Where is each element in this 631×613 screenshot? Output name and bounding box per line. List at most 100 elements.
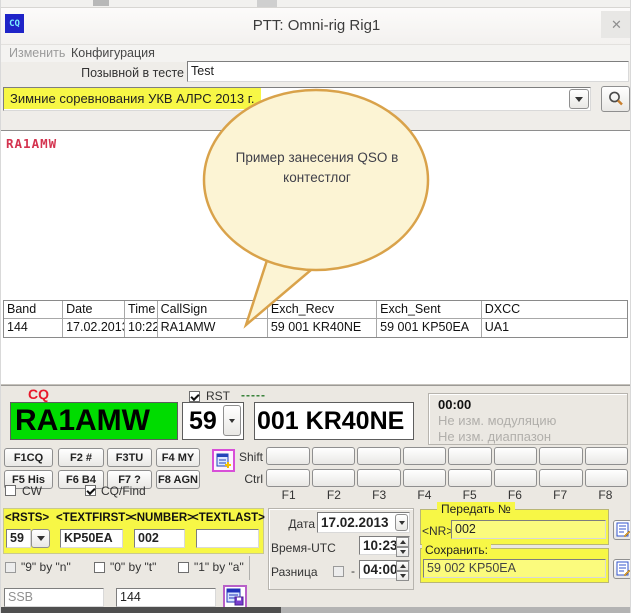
chevron-down-icon [400,574,406,578]
test-callsign-input[interactable]: Test [187,61,629,82]
ctrl-slot-button[interactable] [585,469,629,487]
ctrl-slot-button[interactable] [403,469,447,487]
sub0t-label: "0" by "t" [110,560,156,574]
diff-spinner[interactable] [396,561,409,578]
rst-dashes: ----- [241,388,266,402]
chevron-down-icon [229,419,235,423]
callout-bubble [196,88,446,338]
macro-textlast-input[interactable] [196,529,259,548]
callsign-input[interactable]: RA1AMW [10,402,178,440]
sub1a-checkbox[interactable] [178,562,189,573]
shift-slot-button[interactable] [539,447,583,465]
ctrl-slot-button[interactable] [357,469,401,487]
shift-slot-button[interactable] [448,447,492,465]
test-callsign-label: Позывной в тесте [1,66,184,80]
divider [249,556,250,580]
edit-save-button[interactable] [613,559,631,579]
sub9n-checkbox[interactable] [5,562,16,573]
rst-sent-dropdown-button[interactable] [223,405,241,436]
rst-checkbox[interactable] [189,391,200,402]
notepad-edit-icon [616,561,630,577]
contest-dropdown-button[interactable] [569,89,589,109]
contest-search-button[interactable] [601,86,630,112]
timer-readout: 00:00 [438,397,627,412]
f4-button[interactable]: F4 MY [156,448,200,467]
date-label: Дата [271,517,315,531]
macro-number-input[interactable]: 002 [134,529,185,548]
edit-nr-button[interactable] [613,520,631,540]
cqfind-checkbox[interactable] [85,485,96,496]
add-macro-button[interactable] [212,449,235,472]
cw-label: CW [22,484,42,498]
macro-rsts-combobox[interactable]: 59 [6,529,31,548]
f2-button[interactable]: F2 # [58,448,104,467]
mod-status: Не изм. модуляцию [438,413,627,428]
chevron-down-icon [400,550,406,554]
rst-label: RST [206,389,230,403]
fkey-label: F4 [402,488,447,502]
macro-header-textlast: <TEXTLAST> [192,512,265,524]
shift-slot-button[interactable] [494,447,538,465]
f8-button[interactable]: F8 AGN [156,470,200,489]
shift-slot-button[interactable] [403,447,447,465]
fkey-label: F2 [311,488,356,502]
column-header: Time [125,301,158,318]
sub9n-label: "9" by "n" [21,560,71,574]
ctrl-slot-button[interactable] [494,469,538,487]
f6-button[interactable]: F6 B4 [58,470,104,489]
diff-checkbox[interactable] [333,566,344,577]
exchange-input[interactable]: 001 KR40NE [254,402,414,440]
shift-slot-button[interactable] [585,447,629,465]
cq-label: CQ [28,386,49,402]
search-icon [607,90,625,108]
spin-up-button[interactable] [396,561,409,571]
spin-up-button[interactable] [396,537,409,547]
background-artifact [257,0,277,7]
cw-checkbox[interactable] [5,485,16,496]
nr-input[interactable]: 002 [451,520,606,539]
close-button[interactable]: ✕ [601,11,631,38]
macro-rsts-dropdown-button[interactable] [31,529,50,548]
macro-textfirst-input[interactable]: KP50EA [60,529,123,548]
column-header: DXCC [482,301,627,318]
menu-item-edit[interactable]: Изменить [9,46,65,60]
background-artifact [93,0,109,6]
callout-text: Пример занесения QSO в контестлог [231,148,403,188]
cell-time[interactable]: 10:22 [125,319,158,337]
application-window: CQ PTT: Omni-rig Rig1 ✕ Изменить Конфигу… [0,0,631,613]
date-dropdown-button[interactable] [395,514,408,531]
band-input[interactable]: 144 [116,588,216,607]
ctrl-slot-button[interactable] [266,469,310,487]
shift-label: Shift [233,450,263,464]
chevron-down-icon [399,521,405,525]
ctrl-slot-button[interactable] [539,469,583,487]
chevron-down-icon [37,536,45,541]
ctrl-label: Ctrl [237,472,263,486]
f3-button[interactable]: F3TU [107,448,152,467]
fkey-label: F6 [492,488,537,502]
shift-slot-button[interactable] [357,447,401,465]
ctrl-slot-row [266,469,628,487]
f1-button[interactable]: F1CQ [4,448,53,467]
save-log-button[interactable] [223,585,247,609]
menu-item-config[interactable]: Конфигурация [71,46,155,60]
spin-down-button[interactable] [396,547,409,557]
shift-slot-button[interactable] [266,447,310,465]
macro-header-textfirst: <TEXTFIRST> [56,512,132,524]
column-header: Band [4,301,63,318]
mode-input[interactable]: SSB [4,588,104,607]
cell-band[interactable]: 144 [4,319,63,337]
save-value-input[interactable]: 59 002 KP50EA [423,559,606,578]
chevron-up-icon [400,564,406,568]
fkey-label-row: F1 F2 F3 F4 F5 F6 F7 F8 [266,488,628,502]
spin-down-button[interactable] [396,571,409,581]
cell-date[interactable]: 17.02.2013 [63,319,125,337]
utc-spinner[interactable] [396,537,409,554]
cell-dxcc[interactable]: UA1 [482,319,627,337]
window-title: PTT: Omni-rig Rig1 [1,17,631,34]
ctrl-slot-button[interactable] [312,469,356,487]
sub0t-checkbox[interactable] [94,562,105,573]
ctrl-slot-button[interactable] [448,469,492,487]
shift-slot-button[interactable] [312,447,356,465]
window-bottom-edge [281,607,631,613]
